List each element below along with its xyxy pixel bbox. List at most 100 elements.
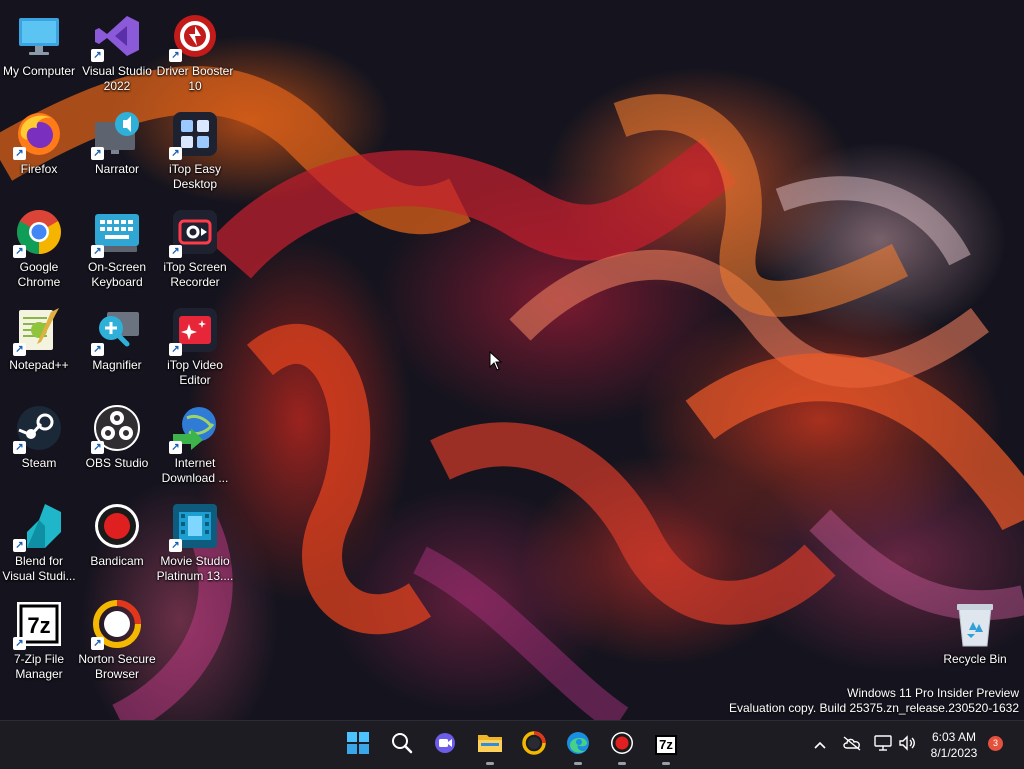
desktop-icon-label: Blend for Visual Studi... (2, 554, 76, 583)
taskbar-file-explorer-button[interactable] (474, 729, 506, 765)
desktop-icon-notepadpp[interactable]: ↗ Notepad++ (0, 298, 78, 373)
desktop-icon-driver-booster[interactable]: ↗ Driver Booster 10 (156, 4, 234, 94)
desktop-icon-label: OBS Studio (85, 456, 149, 470)
notification-badge[interactable]: 3 (988, 736, 1003, 751)
notepadpp-icon: ↗ (13, 306, 63, 356)
desktop-icon-magnifier[interactable]: ↗ Magnifier (78, 298, 156, 373)
7zip-icon: 7z (655, 735, 677, 755)
keyboard-icon: ↗ (91, 208, 141, 258)
show-hidden-icons-button[interactable] (808, 721, 832, 769)
desktop-icon-label: Bandicam (90, 554, 144, 568)
shortcut-arrow-icon: ↗ (13, 245, 26, 258)
itop-easy-desktop-icon: ↗ (169, 110, 219, 160)
desktop-icon-7zip[interactable]: 7z ↗ 7-Zip File Manager (0, 592, 78, 682)
network-icon (873, 734, 893, 757)
shortcut-arrow-icon: ↗ (169, 539, 182, 552)
desktop-icon-label: Norton Secure Browser (78, 652, 156, 681)
blend-icon: ↗ (13, 502, 63, 552)
idm-icon: ↗ (169, 404, 219, 454)
firefox-icon: ↗ (13, 110, 63, 160)
desktop-icon-visual-studio[interactable]: ↗ Visual Studio 2022 (78, 4, 156, 94)
windows-start-icon (346, 731, 370, 760)
desktop-icon-internet-download-manager[interactable]: ↗ Internet Download ... (156, 396, 234, 486)
norton-browser-icon: ↗ (91, 600, 141, 650)
desktop-icon-label: Google Chrome (17, 260, 61, 289)
desktop-icon-bandicam[interactable]: Bandicam (78, 494, 156, 569)
desktop-icon-on-screen-keyboard[interactable]: ↗ On-Screen Keyboard (78, 200, 156, 290)
desktop-icon-label: Driver Booster 10 (156, 64, 234, 93)
clock-button[interactable]: 6:03 AM 8/1/2023 (924, 729, 984, 761)
running-indicator (574, 762, 582, 765)
shortcut-arrow-icon: ↗ (13, 637, 26, 650)
desktop-icon-blend[interactable]: ↗ Blend for Visual Studi... (0, 494, 78, 584)
search-icon (391, 732, 413, 759)
running-indicator (662, 762, 670, 765)
clock-time: 6:03 AM (931, 730, 977, 744)
bandicam-icon (610, 731, 634, 760)
desktop-icon-label: Magnifier (92, 358, 142, 372)
running-indicator (618, 762, 626, 765)
speaker-icon (898, 734, 916, 756)
desktop-icon-google-chrome[interactable]: ↗ Google Chrome (0, 200, 78, 290)
taskbar-meet-button[interactable] (430, 729, 462, 761)
desktop-icon-steam[interactable]: ↗ Steam (0, 396, 78, 471)
shortcut-arrow-icon: ↗ (169, 147, 182, 160)
desktop-icon-label: My Computer (2, 64, 76, 78)
desktop-icon-movie-studio[interactable]: ↗ Movie Studio Platinum 13.... (156, 494, 234, 584)
shortcut-arrow-icon: ↗ (169, 245, 182, 258)
desktop-icon-obs-studio[interactable]: ↗ OBS Studio (78, 396, 156, 471)
desktop-icon-itop-video-editor[interactable]: ↗ iTop Video Editor (156, 298, 234, 388)
desktop-icon-label: iTop Easy Desktop (168, 162, 222, 191)
recycle-bin-icon (951, 600, 999, 648)
taskbar-edge-button[interactable] (562, 729, 594, 765)
desktop-icon-recycle-bin[interactable]: Recycle Bin (936, 592, 1014, 667)
desktop-icon-label: Movie Studio Platinum 13.... (156, 554, 234, 583)
shortcut-arrow-icon: ↗ (91, 441, 104, 454)
chrome-icon: ↗ (13, 208, 63, 258)
taskbar-norton-browser-button[interactable] (518, 729, 550, 761)
magnifier-icon: ↗ (91, 306, 141, 356)
watermark-line-1: Windows 11 Pro Insider Preview (847, 686, 1019, 700)
movie-studio-icon: ↗ (169, 502, 219, 552)
shortcut-arrow-icon: ↗ (169, 441, 182, 454)
itop-screen-recorder-icon: ↗ (169, 208, 219, 258)
desktop-icon-itop-screen-recorder[interactable]: ↗ iTop Screen Recorder (156, 200, 234, 290)
narrator-icon: ↗ (91, 110, 141, 160)
shortcut-arrow-icon: ↗ (91, 343, 104, 356)
driver-booster-icon: ↗ (169, 12, 219, 62)
desktop-icon-label: Internet Download ... (161, 456, 229, 485)
desktop-icon-norton-browser[interactable]: ↗ Norton Secure Browser (78, 592, 156, 682)
desktop-icon-my-computer[interactable]: My Computer (0, 4, 78, 79)
taskbar: 7z 6:03 AM 8/1/2023 (0, 720, 1024, 769)
taskbar-7zip-button[interactable]: 7z (650, 729, 682, 765)
desktop-icon-label: Recycle Bin (943, 652, 1007, 666)
start-button[interactable] (342, 729, 374, 761)
desktop-icon-itop-easy-desktop[interactable]: ↗ iTop Easy Desktop (156, 102, 234, 192)
watermark-line-2: Evaluation copy. Build 25375.zn_release.… (729, 701, 1019, 715)
network-tray-button[interactable] (870, 721, 896, 769)
shortcut-arrow-icon: ↗ (13, 147, 26, 160)
mouse-cursor-icon (489, 350, 503, 376)
obs-icon: ↗ (91, 404, 141, 454)
desktop-icon-label: On-Screen Keyboard (87, 260, 147, 289)
monitor-icon (15, 12, 63, 60)
windows-watermark: Windows 11 Pro Insider Preview Evaluatio… (729, 686, 1019, 716)
cloud-off-icon (842, 735, 862, 756)
steam-icon: ↗ (13, 404, 63, 454)
volume-tray-button[interactable] (896, 721, 918, 769)
taskbar-bandicam-button[interactable] (606, 729, 638, 765)
desktop-icon-narrator[interactable]: ↗ Narrator (78, 102, 156, 177)
shortcut-arrow-icon: ↗ (169, 343, 182, 356)
desktop-icon-label: Firefox (20, 162, 58, 176)
edge-icon (566, 731, 590, 760)
desktop-icon-firefox[interactable]: ↗ Firefox (0, 102, 78, 177)
search-button[interactable] (386, 729, 418, 761)
chevron-up-icon (814, 736, 826, 754)
video-call-icon (434, 731, 458, 760)
shortcut-arrow-icon: ↗ (13, 539, 26, 552)
desktop-icon-label: iTop Screen Recorder (163, 260, 227, 289)
visual-studio-icon: ↗ (91, 12, 141, 62)
bandicam-icon (93, 502, 141, 550)
shortcut-arrow-icon: ↗ (13, 343, 26, 356)
onedrive-tray-button[interactable] (840, 721, 864, 769)
